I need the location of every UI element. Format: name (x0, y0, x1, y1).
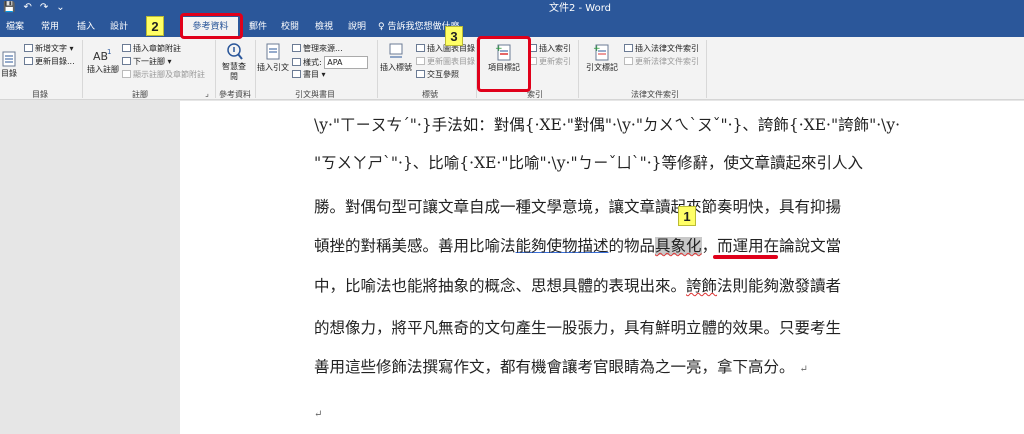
callout-2: 2 (146, 16, 164, 36)
refresh-icon (24, 57, 33, 65)
doc-line-5: 中，比喻法也能將抽象的概念、思想具體的表現出來。誇飾法則能夠激發讀者 (314, 277, 842, 295)
tab-mailings[interactable]: 郵件 (244, 17, 272, 37)
update-table-of-authorities-button[interactable]: 更新法律文件索引 (624, 56, 699, 67)
doc-line-empty: ↵ (314, 403, 322, 421)
figures-icon (416, 44, 425, 52)
spelling-flag: 誇飾 (686, 277, 718, 295)
next-footnote-button[interactable]: 下一註腳 ▾ (122, 56, 172, 67)
doc-line-3: 勝。對偶句型可讓文章自成一種文學意境，讓文章讀起來節奏明快，具有抑揚 (314, 198, 842, 216)
paragraph-mark: ↵ (314, 409, 323, 420)
insert-table-of-authorities-button[interactable]: 插入法律文件索引 (624, 43, 699, 54)
navigation-area (0, 101, 180, 434)
group-separator (82, 40, 83, 98)
group-label-authorities: 法律文件索引 (631, 90, 679, 99)
redo-icon[interactable]: ↷ (40, 1, 48, 15)
underlined-phrase: 能夠使物描述 (515, 237, 609, 255)
group-separator (377, 40, 378, 98)
lightbulb-icon: ♀ (378, 22, 385, 32)
callout-1: 1 (678, 206, 696, 226)
selected-text[interactable]: 具象化 (655, 237, 702, 255)
insert-endnote-button[interactable]: 插入章節附註 (122, 43, 181, 54)
update-toc-button[interactable]: 更新目錄... (24, 56, 75, 67)
tab-review[interactable]: 校閱 (276, 17, 304, 37)
caption-icon (389, 43, 403, 58)
tab-design[interactable]: 設計 (105, 17, 133, 37)
authorities-icon (624, 44, 633, 52)
group-label-footnotes: 註腳 (132, 90, 148, 99)
show-notes-button[interactable]: 顯示註腳及章節附註 (122, 69, 205, 80)
svg-text:AB: AB (93, 50, 108, 63)
highlight-mark-entry (477, 36, 531, 92)
refresh-icon (624, 57, 633, 65)
insert-footnote-button[interactable]: AB 1 插入註腳 (86, 47, 120, 75)
insert-index-button[interactable]: 插入索引 (528, 43, 571, 54)
footnote-icon: AB1 (93, 48, 111, 63)
update-table-of-figures-button[interactable]: 更新圖表目錄 (416, 56, 475, 67)
doc-line-4: 頓挫的對稱美感。善用比喻法能夠使物描述的物品具象化，而運用在論說文當 (314, 237, 842, 255)
tab-view[interactable]: 檢視 (310, 17, 338, 37)
doc-line-2: "ㄎㄨㄚㄕˋ"·}、比喻{·XE·"比喻"·\y·"ㄅㄧˇㄩˋ"·}等修辭，使文… (314, 151, 863, 173)
insert-citation-button[interactable]: 插入引文 (256, 43, 290, 73)
next-footnote-icon (122, 57, 131, 65)
sources-icon (292, 44, 301, 52)
tab-insert[interactable]: 插入 (72, 17, 100, 37)
smart-lookup-button[interactable]: 智慧查閱 (219, 42, 249, 82)
body-text: }手法如：對偶{·XE·"對偶"·\y·"ㄉㄨㄟˋㄡˇ"· (421, 116, 733, 134)
tab-file[interactable]: 檔案 (3, 17, 27, 37)
group-separator (578, 40, 579, 98)
paragraph-mark: ↵ (799, 364, 808, 375)
manage-sources-button[interactable]: 管理來源... (292, 43, 343, 54)
body-text: }、比喻{·XE·"比喻"·\y·"ㄅㄧˇㄩˋ"· (402, 154, 652, 172)
field-code: "ㄎㄨㄚㄕˋ"· (314, 154, 403, 172)
bibliography-icon (292, 70, 301, 78)
field-code: \y·"ㄒㄧㄡㄘˊ"· (314, 116, 422, 134)
group-label-toc: 目錄 (32, 90, 48, 99)
dialog-launcher-icon[interactable]: ⌟ (202, 89, 212, 98)
endnote-icon (122, 44, 131, 52)
title-bar: 💾 ↶ ↷ ⌄ 文件2 - Word (0, 0, 1024, 17)
tab-help[interactable]: 說明 (343, 17, 371, 37)
toc-label: 目錄 (1, 69, 17, 78)
doc-line-6: 的想像力，將平凡無奇的文句產生一股張力，具有鮮明立體的效果。只要考生 (314, 319, 842, 337)
smart-lookup-icon (227, 43, 243, 60)
refresh-icon (416, 57, 425, 65)
add-text-icon (24, 44, 33, 52)
style-select[interactable]: 樣式: APA (292, 56, 369, 69)
group-label-research: 參考資料 (219, 90, 251, 99)
undo-icon[interactable]: ↶ (23, 1, 31, 15)
mark-citation-icon: + (593, 44, 609, 61)
mark-citation-button[interactable]: + 引文標記 (582, 43, 622, 73)
window-title: 文件2 - Word (548, 3, 612, 14)
highlight-selected-word (713, 255, 778, 259)
highlight-references-tab (180, 13, 243, 39)
doc-line-7: 善用這些修飾法撰寫作文，都有機會讓考官眼睛為之一亮，拿下高分。 ↵ (314, 358, 808, 376)
toc-button[interactable]: 目錄 (0, 51, 18, 79)
toc-icon (2, 51, 16, 67)
cross-reference-icon (416, 70, 425, 78)
tab-home[interactable]: 常用 (36, 17, 64, 37)
body-text: }等修辭，使文章讀起來引人入 (651, 154, 864, 172)
group-label-citations: 引文與書目 (295, 90, 335, 99)
body-text: }、誇飾{·XE·"誇飾"·\y· (732, 116, 901, 134)
save-icon[interactable]: 💾 (3, 1, 15, 15)
bibliography-button[interactable]: 書目 ▾ (292, 69, 326, 80)
document-page[interactable]: \y·"ㄒㄧㄡㄘˊ"·}手法如：對偶{·XE·"對偶"·\y·"ㄉㄨㄟˋㄡˇ"·… (180, 101, 1024, 434)
doc-line-1: \y·"ㄒㄧㄡㄘˊ"·}手法如：對偶{·XE·"對偶"·\y·"ㄉㄨㄟˋㄡˇ"·… (314, 113, 900, 135)
customize-qat-icon[interactable]: ⌄ (56, 1, 64, 15)
svg-text:1: 1 (107, 48, 111, 56)
quick-access-toolbar: 💾 ↶ ↷ ⌄ (3, 1, 65, 15)
style-icon (292, 58, 301, 66)
citation-icon (266, 43, 280, 60)
group-separator (706, 40, 707, 98)
svg-text:+: + (593, 44, 601, 54)
update-index-button[interactable]: 更新索引 (528, 56, 571, 67)
insert-caption-button[interactable]: 插入標號 (380, 43, 412, 73)
show-notes-icon (122, 70, 131, 78)
callout-3: 3 (445, 26, 463, 46)
style-value: APA (324, 56, 369, 69)
group-label-captions: 標號 (422, 90, 438, 99)
cross-reference-button[interactable]: 交互參照 (416, 69, 459, 80)
add-text-button[interactable]: 新增文字 ▾ (24, 43, 74, 54)
